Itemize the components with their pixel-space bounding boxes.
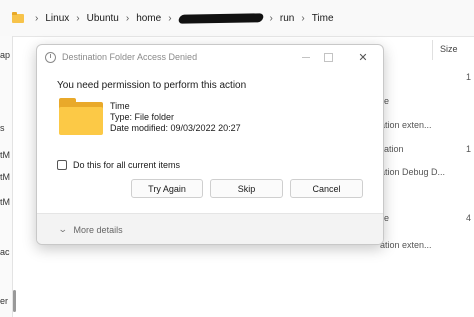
breadcrumb-time[interactable]: Time xyxy=(312,13,334,24)
chevron-right-icon: › xyxy=(301,12,305,24)
chevron-right-icon: › xyxy=(168,12,172,24)
close-button[interactable]: ✕ xyxy=(355,49,371,65)
apply-to-all-row[interactable]: Do this for all current items xyxy=(57,160,180,170)
address-bar[interactable]: › Linux › Ubuntu › home › › run › Time xyxy=(0,0,474,37)
apply-to-all-checkbox[interactable] xyxy=(57,160,67,170)
file-row-size: 1 xyxy=(466,144,472,154)
nav-item-fragment[interactable]: s xyxy=(0,123,5,133)
minimize-button[interactable] xyxy=(298,49,314,65)
more-details-label: More details xyxy=(73,224,123,235)
folder-icon xyxy=(12,11,24,23)
file-name: Time xyxy=(110,101,130,111)
nav-item-fragment[interactable]: er xyxy=(0,296,8,306)
chevron-right-icon: › xyxy=(35,12,39,24)
apply-to-all-label[interactable]: Do this for all current items xyxy=(73,160,180,170)
close-icon: ✕ xyxy=(358,51,368,64)
chevron-right-icon: › xyxy=(269,12,273,24)
skip-button[interactable]: Skip xyxy=(210,179,283,198)
permission-message: You need permission to perform this acti… xyxy=(57,80,247,91)
nav-item-fragment[interactable]: tM xyxy=(0,197,10,207)
dialog-footer: ⌄ More details xyxy=(37,213,383,244)
clock-icon xyxy=(45,51,56,63)
breadcrumb-run[interactable]: run xyxy=(280,13,294,24)
chevron-right-icon: › xyxy=(125,12,130,24)
access-denied-dialog: Destination Folder Access Denied ✕ You n… xyxy=(36,44,384,245)
minimize-icon xyxy=(302,56,310,58)
file-row-type: ation exten... xyxy=(380,120,432,130)
file-row-type: ation xyxy=(384,144,404,154)
file-type: Type: File folder xyxy=(110,112,175,122)
breadcrumb-linux[interactable]: Linux xyxy=(45,13,69,24)
try-again-button[interactable]: Try Again xyxy=(131,179,203,198)
column-divider[interactable] xyxy=(432,40,433,60)
file-row-size: 1 xyxy=(466,72,472,82)
nav-item-fragment[interactable]: tM xyxy=(0,150,10,160)
file-row-size: 4 xyxy=(466,213,472,223)
breadcrumb: › Linux › Ubuntu › home › › run › Time xyxy=(0,0,334,36)
nav-item-fragment[interactable]: ap xyxy=(0,50,10,60)
file-modified: Date modified: 09/03/2022 20:27 xyxy=(110,123,241,133)
dialog-title: Destination Folder Access Denied xyxy=(62,52,198,62)
scrollbar-thumb[interactable] xyxy=(13,290,16,312)
folder-icon xyxy=(59,98,103,135)
nav-item-fragment[interactable]: tM xyxy=(0,172,10,182)
file-details: Time Type: File folder Date modified: 09… xyxy=(110,101,241,134)
chevron-down-icon: ⌄ xyxy=(57,224,68,234)
more-details-toggle[interactable]: ⌄ More details xyxy=(57,224,123,235)
breadcrumb-home[interactable]: home xyxy=(136,13,161,24)
maximize-button[interactable] xyxy=(320,49,336,65)
file-row-type: ation Debug D... xyxy=(380,167,446,177)
breadcrumb-ubuntu[interactable]: Ubuntu xyxy=(87,13,119,24)
cancel-button[interactable]: Cancel xyxy=(290,179,363,198)
nav-item-fragment[interactable]: ac xyxy=(0,247,10,257)
dialog-titlebar[interactable]: Destination Folder Access Denied ✕ xyxy=(37,45,383,69)
chevron-right-icon: › xyxy=(76,12,80,24)
file-row-type: ation exten... xyxy=(380,240,432,250)
redacted-username xyxy=(177,12,264,24)
column-header-size[interactable]: Size xyxy=(440,44,458,54)
maximize-icon xyxy=(323,52,333,62)
